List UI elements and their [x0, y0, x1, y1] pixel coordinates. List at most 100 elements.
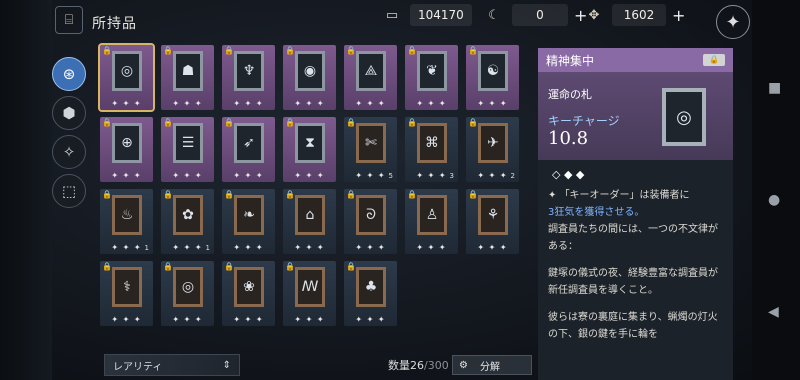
card-item[interactable]: 🔒 ❦ ✦ ✦ ✦: [405, 45, 458, 110]
card-item[interactable]: 🔒 ⚘ ✦ ✦ ✦: [466, 189, 519, 254]
stat-value: 10.8: [548, 128, 589, 149]
card-item[interactable]: 🔒 ➶ ✦ ✦ ✦: [222, 117, 275, 182]
card-item[interactable]: 🔒 ♨ ✦ ✦ ✦ 1: [100, 189, 153, 254]
card-frame: ꟿ: [295, 267, 325, 307]
circle-icon[interactable]: ●: [768, 192, 780, 208]
hex-icon: ⬢: [62, 104, 76, 122]
fade-overlay: [538, 340, 733, 380]
card-frame: ᘐ: [356, 195, 386, 235]
nav-item-hex[interactable]: ⬢: [52, 96, 86, 130]
card-item[interactable]: 🔒 ⊕ ✦ ✦ ✦: [100, 117, 153, 182]
card-frame: ✄: [356, 123, 386, 163]
card-glyph-icon: ✄: [365, 135, 377, 151]
card-glyph-icon: ᘐ: [366, 207, 376, 223]
ticket-icon: ▭: [385, 7, 399, 23]
stat-label: キーチャージ: [548, 114, 620, 128]
card-item[interactable]: 🔒 ⌂ ✦ ✦ ✦: [283, 189, 336, 254]
card-frame: ➶: [234, 123, 264, 163]
card-item[interactable]: 🔒 ☯ ✦ ✦ ✦: [466, 45, 519, 110]
card-item[interactable]: 🔒 ✿ ✦ ✦ ✦ 1: [161, 189, 214, 254]
card-item[interactable]: 🔒 ◎ ✦ ✦ ✦: [161, 261, 214, 326]
lock-icon: 🔒: [407, 190, 417, 199]
card-stars: ✦ ✦ ✦: [294, 99, 325, 108]
lock-button[interactable]: 🔒: [703, 54, 725, 66]
card-item[interactable]: 🔒 ᘐ ✦ ✦ ✦: [344, 189, 397, 254]
card-item[interactable]: 🔒 ✈ ✦ ✦ ✦ 2: [466, 117, 519, 182]
lock-icon: 🔒: [285, 262, 295, 271]
card-item[interactable]: 🔒 ⚕ ✦ ✦ ✦: [100, 261, 153, 326]
lock-icon: 🔒: [102, 190, 112, 199]
card-glyph-icon: ➶: [243, 135, 255, 151]
card-frame: ⧗: [295, 123, 325, 163]
card-glyph-icon: ꟿ: [301, 279, 319, 295]
card-glyph-icon: ⟁: [364, 63, 378, 79]
card-item[interactable]: 🔒 ❀ ✦ ✦ ✦: [222, 261, 275, 326]
close-button[interactable]: ✦: [716, 5, 750, 39]
lock-icon: 🔒: [285, 46, 295, 55]
card-item[interactable]: 🔒 ♙ ✦ ✦ ✦: [405, 189, 458, 254]
card-item[interactable]: 🔒 ✄ ✦ ✦ ✦ 5: [344, 117, 397, 182]
card-stars: ✦ ✦ ✦: [416, 243, 447, 252]
lore-1: 調査員たちの間には、一つの不文律がある：: [548, 224, 718, 252]
card-item[interactable]: 🔒 ◉ ✦ ✦ ✦: [283, 45, 336, 110]
card-glyph-icon: ◎: [181, 279, 195, 295]
effect-highlight: 3狂気を獲得させる。: [548, 207, 645, 218]
rarity-sort-dropdown[interactable]: レアリティ ⇕: [104, 354, 240, 376]
square-icon[interactable]: ■: [768, 80, 781, 96]
card-item[interactable]: 🔒 ❧ ✦ ✦ ✦: [222, 189, 275, 254]
card-frame: ❦: [417, 51, 447, 91]
card-glyph-icon: ⚕: [123, 279, 131, 295]
card-frame: ◎: [112, 51, 142, 91]
card-stars: ✦ ✦ ✦: [172, 171, 203, 180]
card-glyph-icon: ⌘: [425, 135, 439, 151]
nav-item-diamond[interactable]: ✧: [52, 135, 86, 169]
lock-icon: 🔒: [468, 118, 478, 127]
card-item[interactable]: 🔒 ♆ ✦ ✦ ✦: [222, 45, 275, 110]
card-stars: ✦ ✦ ✦: [111, 315, 142, 324]
card-frame: ♣: [356, 267, 386, 307]
backpack-icon[interactable]: ⌸: [55, 6, 83, 34]
card-frame: ♆: [234, 51, 264, 91]
star-icon: ✦: [725, 11, 741, 33]
detail-category: 精神集中: [546, 53, 595, 68]
page-title: 所持品: [92, 16, 137, 32]
card-frame: ❀: [234, 267, 264, 307]
system-bar: [752, 0, 800, 380]
card-count: 3: [449, 172, 454, 180]
card-name: 運命の札: [548, 88, 592, 101]
nav-item-cube[interactable]: ⬚: [52, 174, 86, 208]
nav-item-cards[interactable]: ⊛: [52, 57, 86, 91]
effect-line: ✦ 「キーオーダー」は装備者に: [548, 190, 690, 201]
card-item[interactable]: 🔒 ☰ ✦ ✦ ✦: [161, 117, 214, 182]
card-frame: ⚘: [478, 195, 508, 235]
decompose-button[interactable]: ⚙ 分解: [452, 355, 532, 375]
card-count: 1: [205, 244, 210, 252]
card-glyph-icon: ⊕: [121, 135, 133, 151]
card-item[interactable]: 🔒 ⟁ ✦ ✦ ✦: [344, 45, 397, 110]
lock-icon: 🔒: [163, 190, 173, 199]
count-value: 26: [410, 359, 424, 372]
card-item[interactable]: 🔒 ♣ ✦ ✦ ✦: [344, 261, 397, 326]
card-glyph-icon: ❀: [243, 279, 255, 295]
card-item[interactable]: 🔒 ⧗ ✦ ✦ ✦: [283, 117, 336, 182]
back-icon[interactable]: ◀: [768, 304, 779, 320]
item-count: 数量26/300: [388, 357, 449, 373]
card-frame: ◎: [173, 267, 203, 307]
card-stars: ✦ ✦ ✦: [233, 315, 264, 324]
card-item[interactable]: 🔒 ꟿ ✦ ✦ ✦: [283, 261, 336, 326]
card-stars: ✦ ✦ ✦: [111, 99, 142, 108]
card-stars: ✦ ✦ ✦: [294, 171, 325, 180]
card-frame: ☯: [478, 51, 508, 91]
card-stars: ✦ ✦ ✦: [172, 315, 203, 324]
lock-icon: 🔒: [346, 46, 356, 55]
lock-icon: 🔒: [346, 190, 356, 199]
left-edge: [0, 0, 52, 380]
card-item[interactable]: 🔒 ⌘ ✦ ✦ ✦ 3: [405, 117, 458, 182]
card-item[interactable]: 🔒 ◎ ✦ ✦ ✦: [98, 43, 155, 112]
add-shard-button[interactable]: +: [672, 6, 685, 25]
card-frame: ⌂: [295, 195, 325, 235]
lore-3: 彼らは寮の裏庭に集まり、蝋燭の灯火の下、銀の鍵を手に輪を: [548, 312, 718, 340]
card-item[interactable]: 🔒 ☗ ✦ ✦ ✦: [161, 45, 214, 110]
effect-text: 「キーオーダー」は装備者に: [559, 190, 690, 201]
card-frame: ⚕: [112, 267, 142, 307]
